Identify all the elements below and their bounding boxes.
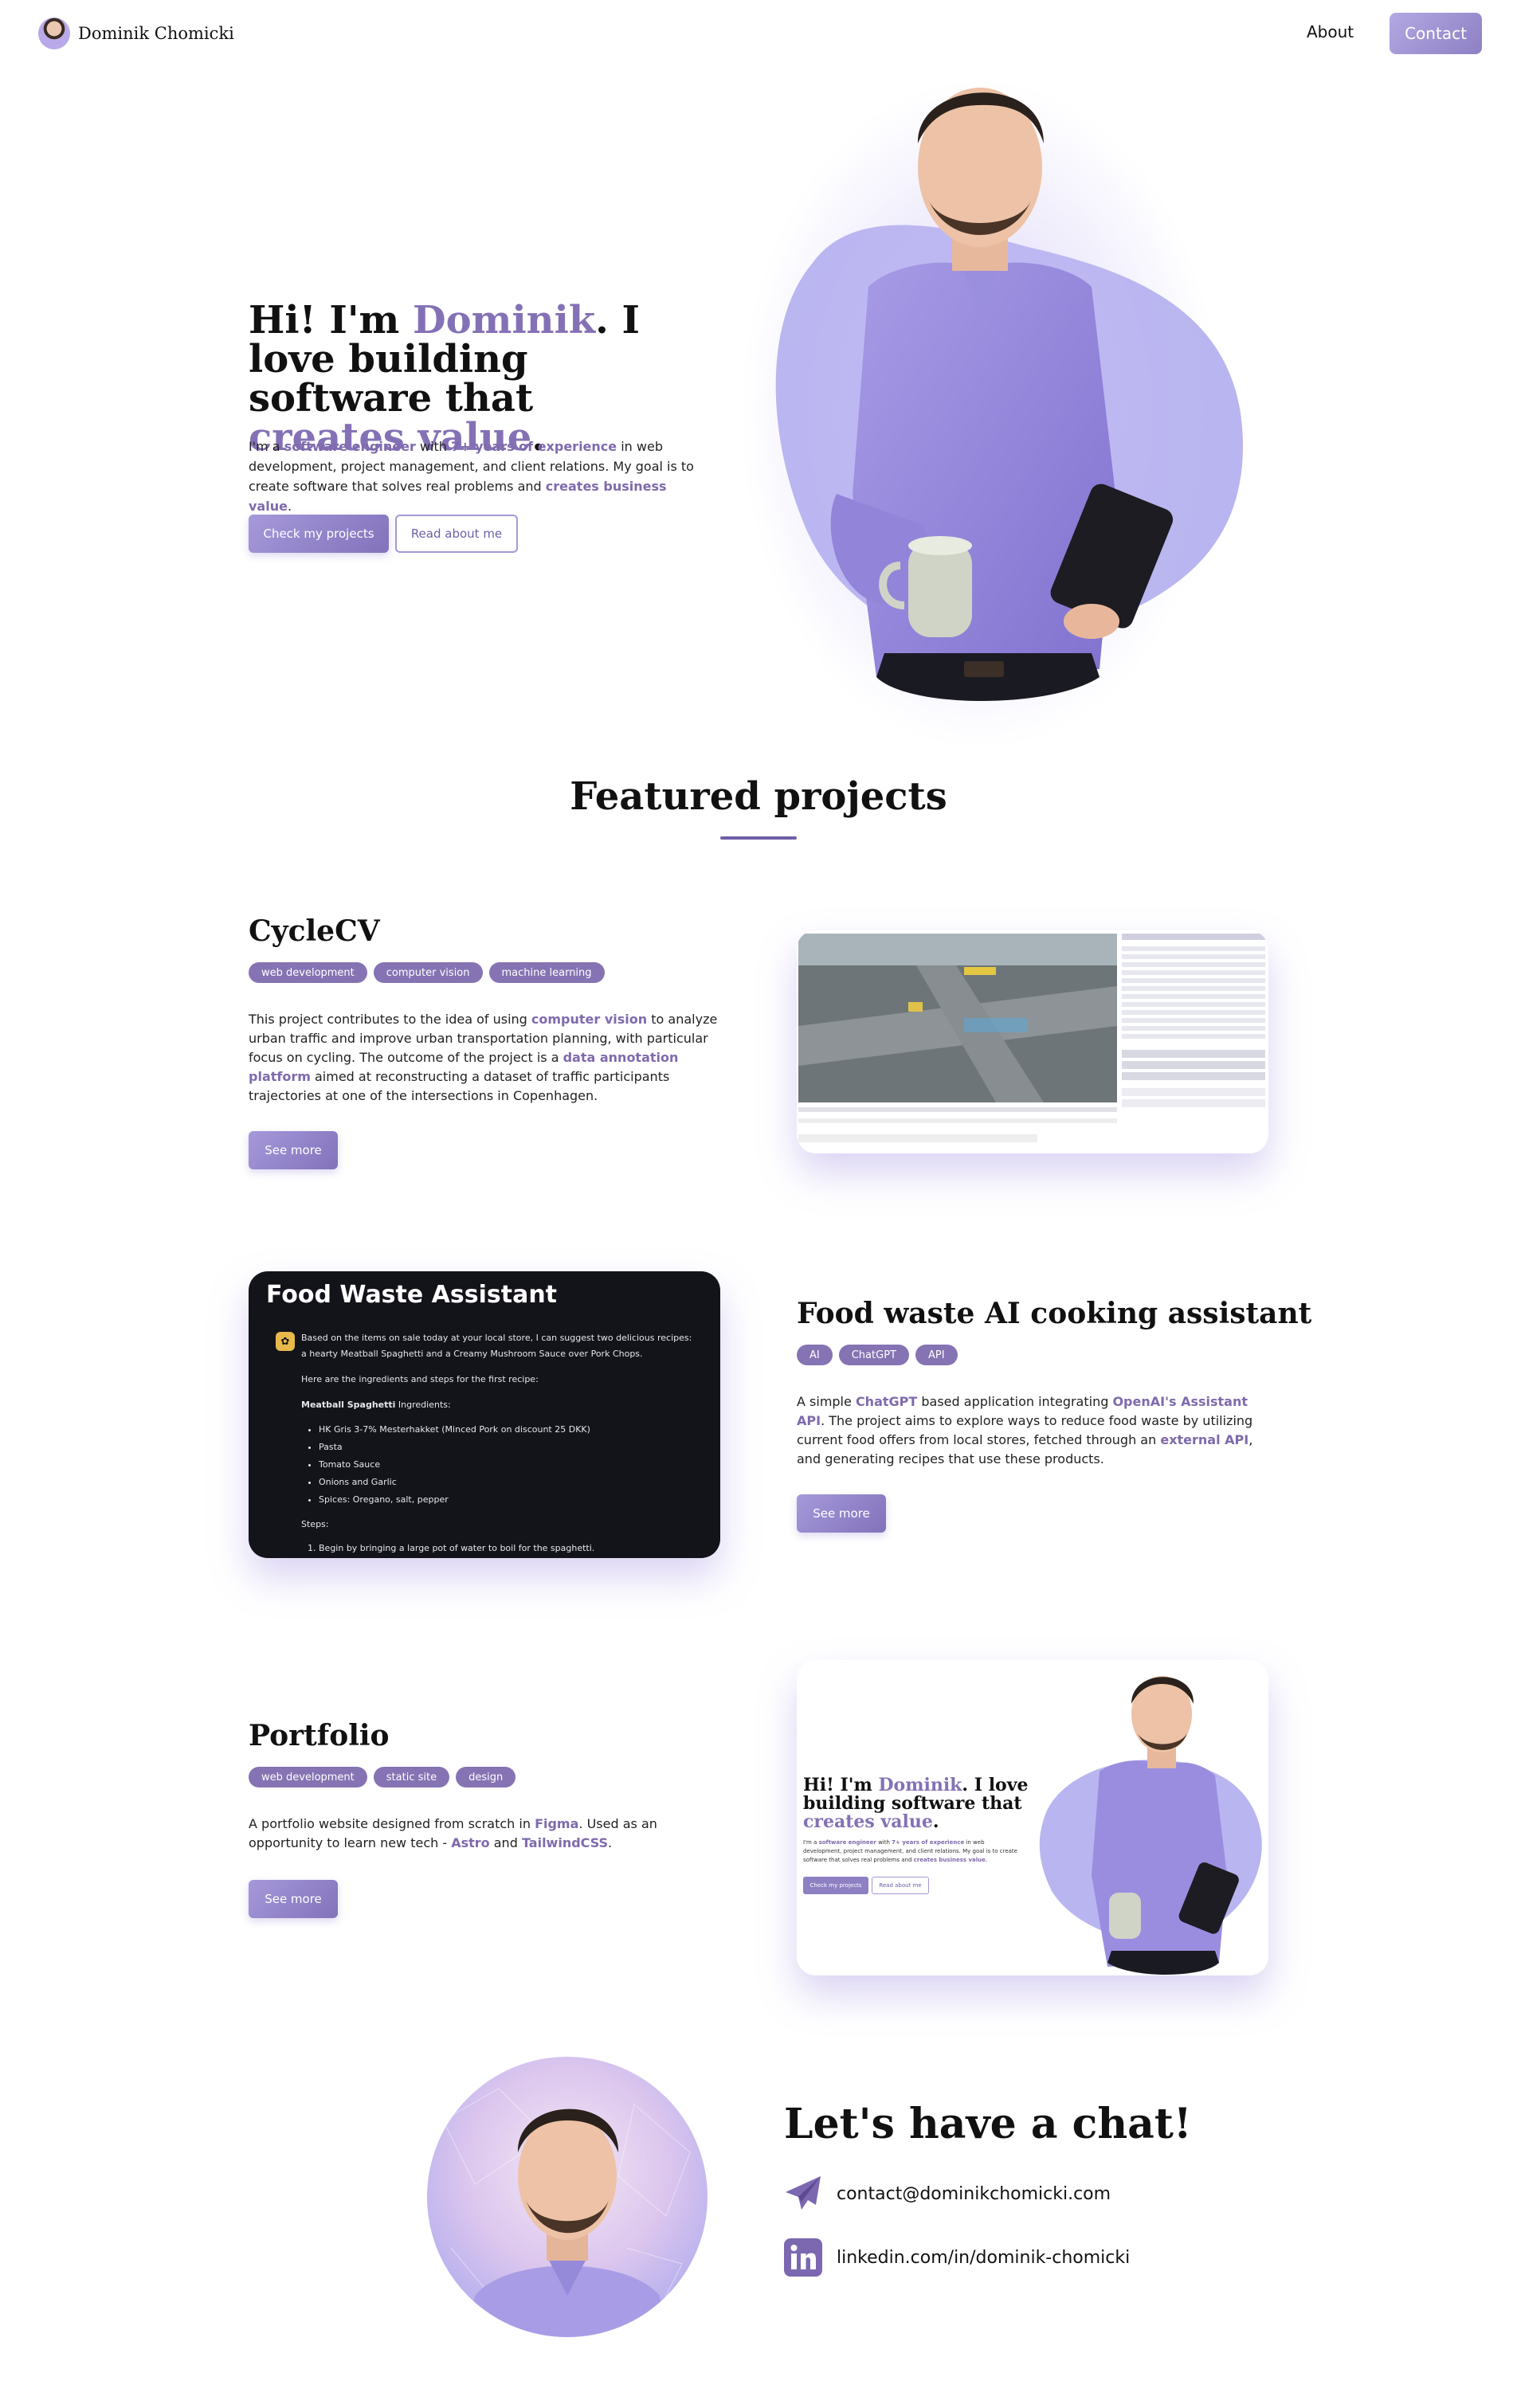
tag: static site [373,1767,450,1787]
project-description: This project contributes to the idea of … [249,1010,727,1106]
tag: web development [249,962,367,983]
recipe-suffix: Ingredients: [395,1400,451,1410]
tag: design [456,1767,516,1787]
hero-experience: 7+ years of experience [451,439,617,454]
linkedin-contact[interactable]: linkedin.com/in/dominik-chomicki [784,2238,1130,2277]
check-projects-button[interactable]: Check my projects [249,515,389,553]
mini-read-about: Read about me [872,1877,929,1894]
tag: machine learning [488,962,605,983]
mini-text-highlight: 7+ years of experience [892,1839,965,1846]
text-part: . [608,1835,613,1850]
project-title-food-waste: Food waste AI cooking assistant [797,1297,1312,1330]
mini-hero-text: I'm a software engineer with 7+ years of… [803,1838,1018,1865]
see-more-button[interactable]: See more [249,1131,338,1169]
hero-title-name: Dominik [413,298,596,343]
read-about-button[interactable]: Read about me [395,515,518,553]
hero-text-part: I'm a [249,439,284,454]
nav-contact-button[interactable]: Contact [1390,13,1482,54]
text-part: based application integrating [917,1394,1113,1409]
nav-about-link[interactable]: About [1307,22,1354,41]
text-highlight: ChatGPT [855,1394,918,1409]
see-more-button[interactable]: See more [797,1494,886,1533]
project-tags: AI ChatGPT API [797,1345,958,1365]
ingredients-list: HK Gris 3-7% Mesterhakket (Minced Pork o… [301,1421,700,1509]
text-part: aimed at reconstructing a dataset of tra… [249,1069,670,1103]
mini-title-part: . [932,1811,939,1832]
mini-check-projects: Check my projects [803,1877,868,1894]
hero-title: Hi! I'm Dominik. I love building softwar… [249,301,695,457]
project-description: A portfolio website designed from scratc… [249,1815,727,1853]
tag: ChatGPT [838,1345,909,1365]
food-card-intro: Based on the items on sale today at your… [301,1333,692,1359]
nav-brand[interactable]: Dominik Chomicki [38,18,234,49]
ingredient: Spices: Oregano, salt, pepper [319,1491,700,1509]
tag: API [915,1345,958,1365]
mini-title-value: creates value [803,1811,933,1832]
text-highlight: Figma [535,1816,579,1831]
text-part: and [489,1835,522,1850]
food-card-title: Food Waste Assistant [266,1281,558,1309]
brand-name: Dominik Chomicki [78,24,234,43]
featured-projects-title: Featured projects [570,774,947,819]
email-contact[interactable]: contact@dominikchomicki.com [784,2175,1111,2213]
tag: web development [249,1767,367,1787]
steps-label: Steps: [301,1519,329,1529]
paper-plane-svg [786,2176,821,2210]
text-part: A simple [797,1394,856,1409]
ingredient: Onions and Garlic [319,1474,700,1491]
text-highlight: external API [1160,1432,1249,1447]
cyclecv-preview [797,930,1268,1153]
tag: AI [797,1345,833,1365]
paper-plane-icon [784,2175,822,2213]
project-title-portfolio: Portfolio [249,1719,390,1752]
recipe-heading: Meatball Spaghetti Ingredients: [301,1397,700,1413]
section-divider [720,836,797,840]
email-address[interactable]: contact@dominikchomicki.com [837,2184,1111,2204]
project-description: A simple ChatGPT based application integ… [797,1392,1275,1469]
mini-text-highlight: creates business value [913,1857,986,1863]
see-more-button[interactable]: See more [249,1880,338,1918]
recipe-name: Meatball Spaghetti [301,1400,396,1410]
step: Begin by bringing a large pot of water t… [319,1541,700,1556]
linkedin-url[interactable]: linkedin.com/in/dominik-chomicki [837,2248,1130,2268]
text-highlight: computer vision [531,1012,648,1027]
assistant-icon: ✿ [276,1332,295,1351]
ingredient: HK Gris 3-7% Mesterhakket (Minced Pork o… [319,1421,700,1439]
hero-role: software engineer [284,439,416,454]
mini-hero-title: Hi! I'm Dominik. I love building softwar… [803,1776,1042,1831]
project-tags: web development static site design [249,1767,516,1787]
hero-description: I'm a software engineer with 7+ years of… [249,437,695,516]
hero-portrait [741,80,1243,749]
tag: computer vision [373,962,483,983]
hero-title-part: Hi! I'm [249,298,414,343]
ingredient: Pasta [319,1439,700,1456]
food-card-body: Based on the items on sale today at your… [301,1330,700,1556]
text-highlight: Astro [451,1835,490,1850]
mini-text-part: . [985,1857,988,1863]
avatar [38,18,70,49]
steps-list: Begin by bringing a large pot of water t… [301,1541,700,1556]
project-title-cyclecv: CycleCV [249,914,380,948]
text-highlight: TailwindCSS [521,1835,609,1850]
portfolio-screenshot: Hi! I'm Dominik. I love building softwar… [797,1660,1268,1975]
chat-title: Let's have a chat! [784,2100,1192,2148]
hero-text-part: . [287,499,292,514]
chat-portrait [427,2057,708,2337]
project-tags: web development computer vision machine … [249,962,605,983]
mini-text-part: with [876,1839,892,1846]
linkedin-icon [784,2238,822,2277]
text-part: This project contributes to the idea of … [249,1012,531,1027]
mini-text-part: I'm a [803,1839,819,1846]
mini-portrait [1039,1676,1262,1975]
food-card-line: Here are the ingredients and steps for t… [301,1374,539,1384]
text-part: A portfolio website designed from scratc… [249,1816,535,1831]
food-waste-screenshot: Food Waste Assistant ✿ Based on the item… [249,1271,720,1558]
mini-text-highlight: software engineer [818,1839,876,1846]
linkedin-svg [784,2238,822,2277]
cyclecv-screenshot [797,930,1268,1153]
ingredient: Tomato Sauce [319,1456,700,1474]
hero-text-part: with [415,439,451,454]
